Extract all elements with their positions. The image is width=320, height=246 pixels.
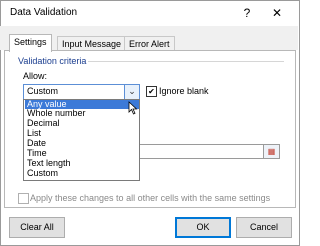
dropdown-option[interactable]: Decimal: [25, 119, 139, 128]
allow-combobox[interactable]: Custom ⌄: [23, 84, 140, 100]
allow-dropdown-list: Any value Whole number Decimal List Date…: [23, 99, 140, 181]
tab-input-message[interactable]: Input Message: [57, 36, 127, 51]
apply-all-checkbox[interactable]: [18, 193, 29, 204]
ok-button[interactable]: OK: [175, 217, 231, 238]
allow-value: Custom: [27, 86, 59, 96]
dropdown-option[interactable]: Custom: [25, 169, 139, 178]
dropdown-option[interactable]: Text length: [25, 159, 139, 168]
allow-label: Allow:: [23, 71, 48, 81]
dropdown-option[interactable]: Date: [25, 139, 139, 148]
range-select-icon[interactable]: ▦: [263, 144, 280, 159]
cancel-button[interactable]: Cancel: [236, 217, 292, 238]
tab-error-alert[interactable]: Error Alert: [124, 36, 175, 51]
dropdown-option[interactable]: Whole number: [25, 109, 139, 118]
section-divider: [88, 61, 284, 62]
section-title: Validation criteria: [18, 56, 87, 66]
ignore-blank-label: Ignore blank: [159, 86, 209, 96]
dropdown-option[interactable]: List: [25, 129, 139, 138]
title-bar: Data Validation ? ✕: [1, 1, 299, 27]
formula-field[interactable]: [138, 144, 276, 159]
clear-all-button[interactable]: Clear All: [9, 217, 65, 238]
dialog-title: Data Validation: [10, 7, 78, 18]
mouse-pointer-icon: [128, 101, 138, 115]
ignore-blank-checkbox[interactable]: ✔: [146, 86, 157, 97]
apply-all-label: Apply these changes to all other cells w…: [30, 193, 271, 203]
chevron-down-icon[interactable]: ⌄: [124, 85, 139, 99]
close-icon[interactable]: ✕: [266, 3, 288, 23]
dropdown-option[interactable]: Time: [25, 149, 139, 158]
tab-settings[interactable]: Settings: [9, 34, 52, 52]
help-icon[interactable]: ?: [236, 3, 258, 23]
